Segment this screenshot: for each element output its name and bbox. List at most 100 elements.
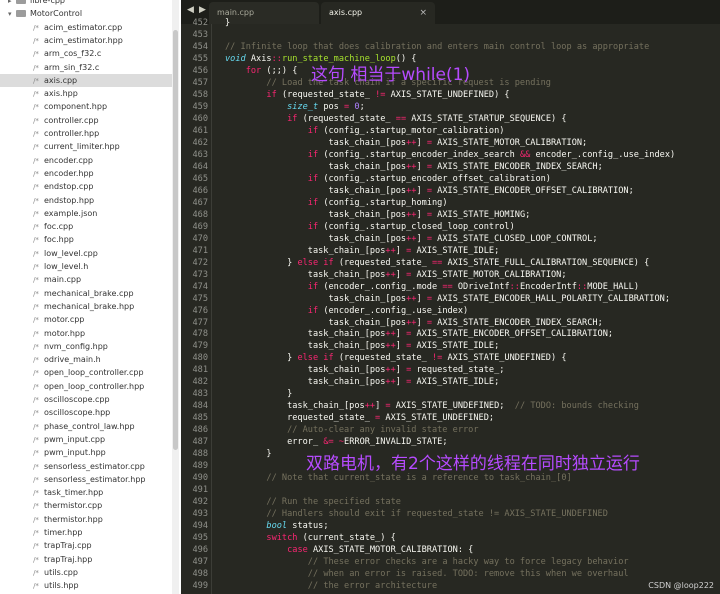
sidebar-file-item[interactable]: /* axis.hpp	[0, 87, 173, 100]
sidebar-file-item[interactable]: /* thermistor.cpp	[0, 499, 173, 512]
sidebar-file-item[interactable]: /* timer.hpp	[0, 526, 173, 539]
sidebar-file-item[interactable]: /* open_loop_controller.hpp	[0, 380, 173, 393]
line-number: 465	[192, 173, 208, 184]
code-line[interactable]: // Note that current_state is a referenc…	[225, 472, 571, 484]
code-line[interactable]: task_chain_[pos++] = AXIS_STATE_IDLE;	[225, 245, 499, 257]
sidebar-file-item[interactable]: /* sensorless_estimator.hpp	[0, 473, 173, 486]
code-line[interactable]: // when an error is raised. TODO: remove…	[225, 568, 629, 580]
code-line[interactable]: if (requested_state_ != AXIS_STATE_UNDEF…	[225, 89, 509, 101]
sidebar-file-item[interactable]: /* current_limiter.hpp	[0, 140, 173, 153]
sidebar-file-item[interactable]: /* open_loop_controller.cpp	[0, 366, 173, 379]
sidebar-file-item[interactable]: /* low_level.h	[0, 260, 173, 273]
sidebar-scrollbar-thumb[interactable]	[173, 30, 178, 450]
code-line[interactable]: task_chain_[pos++] = AXIS_STATE_IDLE;	[225, 340, 499, 352]
sidebar-file-item[interactable]: /* controller.hpp	[0, 127, 173, 140]
close-icon[interactable]: ×	[419, 2, 427, 24]
code-line[interactable]: // Run the specified state	[225, 496, 401, 508]
code-line[interactable]: task_chain_[pos++] = AXIS_STATE_MOTOR_CA…	[225, 269, 567, 281]
code-line[interactable]: task_chain_[pos++] = AXIS_STATE_CLOSED_L…	[225, 233, 597, 245]
sidebar-file-item[interactable]: /* arm_cos_f32.c	[0, 47, 173, 60]
sidebar-file-item[interactable]: /* utils.hpp	[0, 579, 173, 592]
code-line[interactable]: if (encoder_.config_.use_index)	[225, 305, 468, 317]
code-line[interactable]: size_t pos = 0;	[225, 101, 365, 113]
sidebar-file-item[interactable]: /* foc.hpp	[0, 233, 173, 246]
sidebar-file-item[interactable]: /* trapTraj.cpp	[0, 539, 173, 552]
code-line[interactable]: if (config_.startup_encoder_offset_calib…	[225, 173, 551, 185]
sidebar-file-item[interactable]: /* utils.cpp	[0, 566, 173, 579]
code-line[interactable]: task_chain_[pos++] = AXIS_STATE_ENCODER_…	[225, 293, 670, 305]
code-line[interactable]: if (config_.startup_motor_calibration)	[225, 125, 505, 137]
sidebar-file-item[interactable]: /* arm_sin_f32.c	[0, 61, 173, 74]
sidebar-file-item[interactable]: /* acim_estimator.cpp	[0, 21, 173, 34]
code-line[interactable]: if (requested_state_ == AXIS_STATE_START…	[225, 113, 566, 125]
code-line[interactable]: } else if (requested_state_ == AXIS_STAT…	[225, 257, 649, 269]
code-line[interactable]: for (;;) {	[225, 65, 298, 77]
sidebar-file-item[interactable]: /* encoder.cpp	[0, 154, 173, 167]
code-line[interactable]: if (config_.startup_closed_loop_control)	[225, 221, 515, 233]
sidebar-file-item[interactable]: /* component.hpp	[0, 100, 173, 113]
code-line[interactable]: if (encoder_.config_.mode == ODriveIntf:…	[225, 281, 639, 293]
code-line[interactable]: task_chain_[pos++] = requested_state_;	[225, 364, 505, 376]
sidebar-file-item[interactable]: /* task_timer.hpp	[0, 486, 173, 499]
sidebar-file-item[interactable]: /* main.cpp	[0, 273, 173, 286]
code-line[interactable]: bool status;	[225, 520, 328, 532]
chevron-down-icon[interactable]: ▾	[8, 8, 16, 21]
code-editor[interactable]: ◀ ▶ main.cpp axis.cpp × 452} 453 454 // Inf…	[181, 0, 720, 594]
sidebar-file-item[interactable]: /* acim_estimator.hpp	[0, 34, 173, 47]
code-line[interactable]: task_chain_[pos++] = AXIS_STATE_MOTOR_CA…	[225, 137, 587, 149]
tab-next-icon[interactable]: ▶	[199, 5, 206, 15]
sidebar-file-item[interactable]: /* endstop.cpp	[0, 180, 173, 193]
sidebar-file-item[interactable]: /* nvm_config.hpp	[0, 340, 173, 353]
code-line[interactable]: }	[225, 448, 271, 460]
code-line[interactable]: task_chain_[pos++] = AXIS_STATE_UNDEFINE…	[225, 400, 639, 412]
code-line[interactable]: case AXIS_STATE_MOTOR_CALIBRATION: {	[225, 544, 473, 556]
code-line[interactable]: }	[225, 17, 230, 29]
line-number: 461	[192, 125, 208, 136]
sidebar-file-item[interactable]: /* encoder.hpp	[0, 167, 173, 180]
sidebar-file-item[interactable]: /* motor.cpp	[0, 313, 173, 326]
code-line[interactable]: if (config_.startup_encoder_index_search…	[225, 149, 675, 161]
code-line[interactable]: task_chain_[pos++] = AXIS_STATE_ENCODER_…	[225, 161, 602, 173]
code-line[interactable]: }	[225, 388, 292, 400]
sidebar-file-item[interactable]: /* pwm_input.cpp	[0, 433, 173, 446]
code-line[interactable]: task_chain_[pos++] = AXIS_STATE_ENCODER_…	[225, 317, 602, 329]
sidebar-file-item[interactable]: /* oscilloscope.hpp	[0, 406, 173, 419]
code-line[interactable]: task_chain_[pos++] = AXIS_STATE_HOMING;	[225, 209, 530, 221]
code-line[interactable]: // Handlers should exit if requested_sta…	[225, 508, 607, 520]
sidebar-file-item[interactable]: /* pwm_input.hpp	[0, 446, 173, 459]
sidebar-file-item[interactable]: /* trapTraj.hpp	[0, 553, 173, 566]
code-token: ::	[509, 281, 520, 292]
code-line[interactable]: // the error architecture	[225, 580, 437, 592]
sidebar-file-item[interactable]: /* mechanical_brake.cpp	[0, 287, 173, 300]
sidebar-folder[interactable]: ▸ libre-cpp	[0, 0, 173, 7]
tab-axis-cpp[interactable]: axis.cpp ×	[321, 2, 435, 24]
sidebar-file-item[interactable]: /* foc.cpp	[0, 220, 173, 233]
sidebar-folder[interactable]: ▾ MotorControl	[0, 7, 173, 20]
sidebar-file-item[interactable]: /* phase_control_law.hpp	[0, 420, 173, 433]
sidebar-file-item[interactable]: /* controller.cpp	[0, 114, 173, 127]
code-line[interactable]: // Infinite loop that does calibration a…	[225, 41, 649, 53]
code-line[interactable]: } else if (requested_state_ != AXIS_STAT…	[225, 352, 566, 364]
sidebar-file-item[interactable]: /* odrive_main.h	[0, 353, 173, 366]
code-line[interactable]: switch (current_state_) {	[225, 532, 395, 544]
code-line[interactable]: task_chain_[pos++] = AXIS_STATE_ENCODER_…	[225, 185, 633, 197]
sidebar-file-item[interactable]: /* thermistor.hpp	[0, 513, 173, 526]
code-line[interactable]: // Auto-clear any invalid state error	[225, 424, 478, 436]
sidebar-file-item[interactable]: /* motor.hpp	[0, 327, 173, 340]
code-line[interactable]: error_ &= ~ERROR_INVALID_STATE;	[225, 436, 447, 448]
tab-prev-icon[interactable]: ◀	[187, 5, 194, 15]
sidebar-file-item[interactable]: /* axis.cpp	[0, 73, 173, 87]
code-line[interactable]: requested_state_ = AXIS_STATE_UNDEFINED;	[225, 412, 494, 424]
sidebar-file-item[interactable]: /* low_level.cpp	[0, 247, 173, 260]
sidebar-file-item[interactable]: /* sensorless_estimator.cpp	[0, 460, 173, 473]
sidebar-file-item[interactable]: /* endstop.hpp	[0, 194, 173, 207]
code-line[interactable]: task_chain_[pos++] = AXIS_STATE_ENCODER_…	[225, 328, 613, 340]
sidebar-scrollbar[interactable]	[172, 0, 179, 594]
sidebar-file-item[interactable]: /* oscilloscope.cpp	[0, 393, 173, 406]
code-line[interactable]: if (config_.startup_homing)	[225, 197, 448, 209]
code-line[interactable]: task_chain_[pos++] = AXIS_STATE_IDLE;	[225, 376, 499, 388]
code-line[interactable]: // These error checks are a hacky way to…	[225, 556, 629, 568]
sidebar-file-item[interactable]: /* mechanical_brake.hpp	[0, 300, 173, 313]
sidebar-file-item[interactable]: /* example.json	[0, 207, 173, 220]
